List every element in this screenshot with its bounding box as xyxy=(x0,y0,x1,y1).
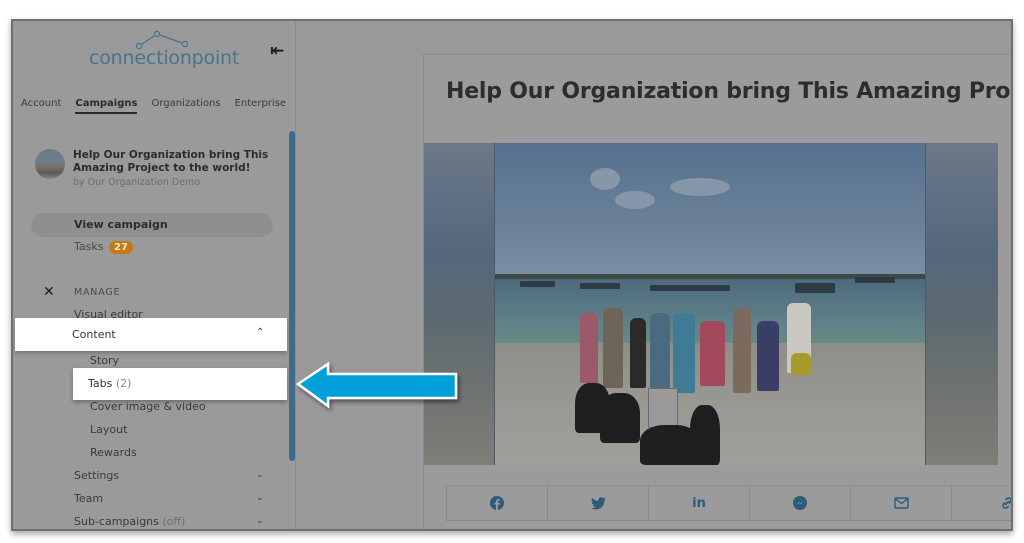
link-icon xyxy=(1002,497,1011,509)
menu-cover-image-video[interactable]: Cover image & video xyxy=(90,400,206,413)
menu-settings-label: Settings xyxy=(74,469,120,482)
menu-sub-campaigns-label: Sub-campaigns xyxy=(74,515,159,528)
linkedin-icon: in xyxy=(692,495,706,511)
twitter-icon xyxy=(590,496,606,509)
menu-team-label: Team xyxy=(74,492,104,505)
share-messenger-button[interactable] xyxy=(750,486,851,520)
menu-sub-campaigns[interactable]: Sub-campaigns (off) xyxy=(74,515,185,528)
campaign-page-title: Help Our Organization bring This Amazing… xyxy=(446,79,1011,104)
campaign-owner: by Our Organization Demo xyxy=(73,177,201,188)
menu-tabs[interactable]: Tabs (2) xyxy=(73,368,287,400)
email-icon xyxy=(893,497,909,509)
share-link-button[interactable] xyxy=(952,486,1011,520)
collapse-sidebar-button[interactable]: ⇤ xyxy=(270,41,284,61)
share-email-button[interactable] xyxy=(851,486,952,520)
menu-tabs-text: Tabs xyxy=(88,377,113,390)
app-window: connectionpoint ⇤ Account Campaigns Orga… xyxy=(11,19,1013,531)
main-content: Help Our Organization bring This Amazing… xyxy=(297,21,1011,529)
chevron-up-icon: ⌃ xyxy=(256,327,265,338)
nav-tabs: Account Campaigns Organizations Enterpri… xyxy=(21,98,286,114)
manage-heading: MANAGE xyxy=(74,287,121,298)
tab-organizations[interactable]: Organizations xyxy=(151,98,220,114)
menu-story[interactable]: Story xyxy=(90,354,119,367)
logo-text: connectionpoint xyxy=(89,47,240,69)
menu-sub-campaigns-state: (off) xyxy=(162,515,186,528)
menu-settings[interactable]: Settings xyxy=(74,469,274,482)
share-twitter-button[interactable] xyxy=(548,486,649,520)
campaign-card: Help Our Organization bring This Amazing… xyxy=(423,54,1011,529)
menu-tabs-count: (2) xyxy=(115,377,132,390)
tasks-label: Tasks xyxy=(74,240,104,253)
menu-content[interactable]: Content ⌃ xyxy=(15,318,287,351)
menu-rewards[interactable]: Rewards xyxy=(90,446,137,459)
campaign-avatar xyxy=(35,149,65,179)
chevron-down-icon: ⌄ xyxy=(256,516,264,526)
tab-enterprise[interactable]: Enterprise xyxy=(235,98,286,114)
view-campaign-button[interactable]: View campaign xyxy=(31,213,273,237)
campaign-title: Help Our Organization bring This Amazing… xyxy=(73,149,269,174)
callout-arrow xyxy=(295,361,458,409)
menu-content-label: Content xyxy=(72,328,116,341)
sidebar: connectionpoint ⇤ Account Campaigns Orga… xyxy=(13,21,296,529)
tools-icon: ✕ xyxy=(43,284,55,300)
tab-account[interactable]: Account xyxy=(21,98,61,114)
logo[interactable]: connectionpoint xyxy=(89,29,239,69)
menu-team[interactable]: Team xyxy=(74,492,103,505)
cover-media xyxy=(424,143,998,465)
share-facebook-button[interactable] xyxy=(447,486,548,520)
menu-layout[interactable]: Layout xyxy=(90,423,127,436)
collapse-left-icon: ⇤ xyxy=(270,41,285,61)
chevron-down-icon: ⌄ xyxy=(256,470,264,480)
messenger-icon xyxy=(793,496,807,510)
chevron-down-icon: ⌄ xyxy=(256,493,264,503)
share-linkedin-button[interactable]: in xyxy=(649,486,750,520)
menu-tabs-label: Tabs (2) xyxy=(88,377,131,390)
cover-photo[interactable] xyxy=(494,143,926,465)
tasks-link[interactable]: Tasks 27 xyxy=(74,240,133,254)
share-bar: in xyxy=(446,485,1011,521)
facebook-icon xyxy=(490,496,504,510)
tab-campaigns[interactable]: Campaigns xyxy=(75,98,138,114)
tasks-count-badge: 27 xyxy=(108,241,133,254)
